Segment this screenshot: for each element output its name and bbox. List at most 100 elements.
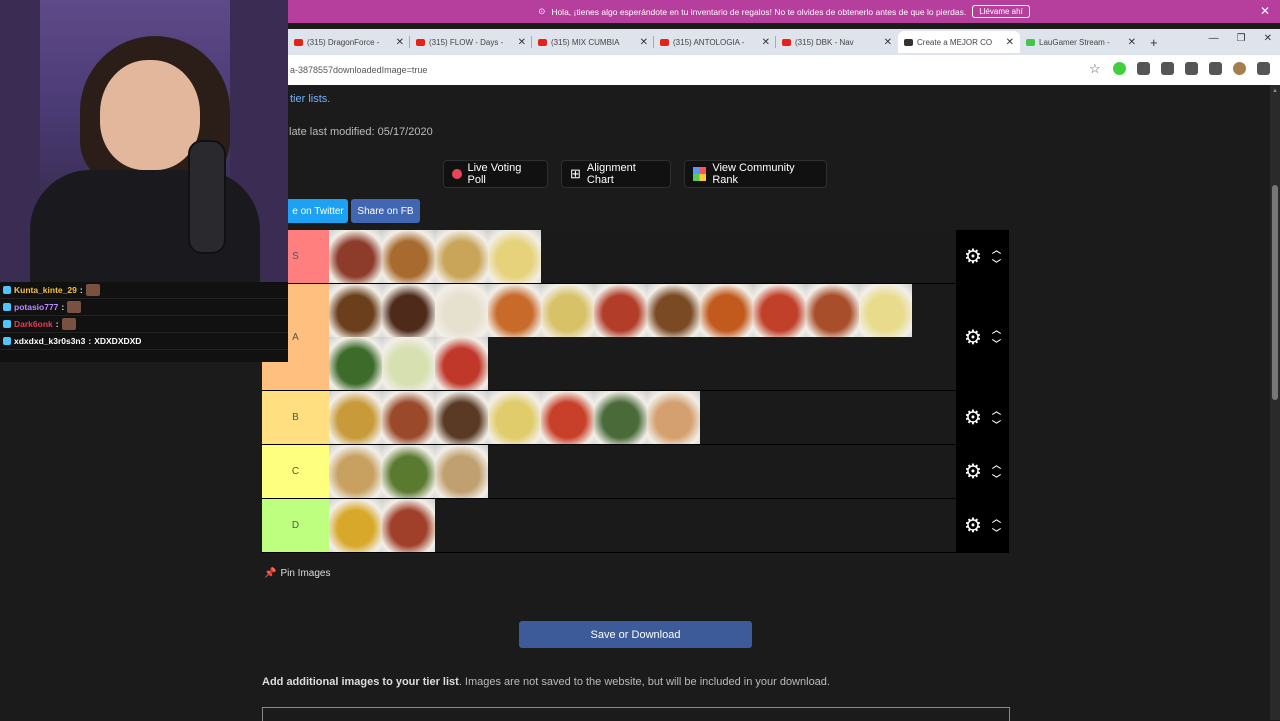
tier-settings-gear-icon[interactable]: ⚙ [964,405,982,430]
food-image[interactable] [382,230,435,283]
take-me-there-button[interactable]: Llévame ahí [972,5,1030,18]
food-image[interactable] [541,391,594,444]
food-image[interactable] [382,391,435,444]
food-image[interactable] [488,230,541,283]
browser-menu-icon[interactable] [1257,62,1270,75]
browser-tab[interactable]: (315) DBK - Nav ✕ [776,31,898,53]
scroll-up-icon[interactable]: ▲ [1272,88,1278,94]
tier-items [329,499,956,552]
food-image[interactable] [700,284,753,337]
browser-tab[interactable]: LauGamer Stream - ✕ [1020,31,1142,53]
scrollbar-thumb[interactable] [1272,185,1278,400]
maximize-icon[interactable]: ❐ [1237,33,1246,44]
food-image[interactable] [435,284,488,337]
pin-images-toggle[interactable]: 📌 Pin Images [264,568,330,579]
move-up-icon[interactable]: ︿ [992,460,1001,469]
url-input[interactable]: a-3878557downloadedImage=true [290,65,427,75]
browser-tab[interactable]: Create a MEJOR CO ✕ [898,31,1020,53]
tier-label[interactable]: D [262,499,329,552]
live-voting-poll-button[interactable]: Live Voting Poll [443,160,548,188]
food-image[interactable] [435,230,488,283]
window-close-icon[interactable]: ✕ [1264,33,1272,44]
tier-settings-gear-icon[interactable]: ⚙ [964,244,982,269]
move-down-icon[interactable]: ﹀ [992,340,1001,349]
chat-message: Dark6onk : [0,316,288,333]
food-image[interactable] [329,499,382,552]
tab-close-icon[interactable]: ✕ [640,37,648,48]
tier-lists-link[interactable]: tier lists. [290,93,330,105]
move-down-icon[interactable]: ﹀ [992,474,1001,483]
extension-dark-icon[interactable] [1137,62,1150,75]
food-image[interactable] [382,284,435,337]
food-image[interactable] [806,284,859,337]
tier-settings-gear-icon[interactable]: ⚙ [964,459,982,484]
food-image[interactable] [594,284,647,337]
tab-favicon-icon [782,38,791,46]
tab-favicon-icon [294,38,303,46]
browser-tab[interactable]: (315) DragonForce - ✕ [288,31,410,53]
food-image[interactable] [435,445,488,498]
move-up-icon[interactable]: ︿ [992,514,1001,523]
view-community-rank-button[interactable]: View Community Rank [684,160,827,188]
browser-tab[interactable]: (315) FLOW - Days - ✕ [410,31,532,53]
bookmark-star-icon[interactable]: ☆ [1089,62,1102,75]
chat-message: potasio777 : [0,299,288,316]
tab-favicon-icon [904,38,913,46]
profile-avatar[interactable] [1233,62,1246,75]
tab-close-icon[interactable]: ✕ [884,37,892,48]
tab-title: (315) MIX CUMBIA [551,37,620,47]
tier-label[interactable]: B [262,391,329,444]
move-up-icon[interactable]: ︿ [992,245,1001,254]
move-down-icon[interactable]: ﹀ [992,528,1001,537]
tab-title: (315) DragonForce - [307,37,380,47]
tab-title: LauGamer Stream - [1039,37,1110,47]
food-image[interactable] [541,284,594,337]
food-image[interactable] [382,499,435,552]
food-image[interactable] [488,391,541,444]
tier-settings-gear-icon[interactable]: ⚙ [964,513,982,538]
alignment-chart-button[interactable]: ⊞ Alignment Chart [561,160,671,188]
food-image[interactable] [382,337,435,390]
extension-square-icon[interactable] [1161,62,1174,75]
new-tab-button[interactable]: + [1150,35,1158,50]
tab-close-icon[interactable]: ✕ [1006,37,1014,48]
extension-green-icon[interactable] [1113,62,1126,75]
tab-close-icon[interactable]: ✕ [396,37,404,48]
page-scrollbar[interactable]: ▲ [1270,85,1280,720]
tab-close-icon[interactable]: ✕ [1128,37,1136,48]
food-image[interactable] [647,284,700,337]
food-image[interactable] [647,391,700,444]
chat-text: XDXDXDXD [94,336,142,346]
food-image[interactable] [488,284,541,337]
tier-label[interactable]: C [262,445,329,498]
move-up-icon[interactable]: ︿ [992,326,1001,335]
save-or-download-button[interactable]: Save or Download [519,621,752,648]
food-image[interactable] [753,284,806,337]
food-image[interactable] [859,284,912,337]
food-image[interactable] [435,337,488,390]
food-image[interactable] [329,337,382,390]
food-image[interactable] [382,445,435,498]
browser-tab[interactable]: (315) MIX CUMBIA ✕ [532,31,654,53]
notification-close-icon[interactable]: ✕ [1260,4,1270,18]
tab-close-icon[interactable]: ✕ [762,37,770,48]
tab-close-icon[interactable]: ✕ [518,37,526,48]
food-image[interactable] [435,391,488,444]
share-facebook-button[interactable]: Share on FB [351,199,420,223]
move-down-icon[interactable]: ﹀ [992,259,1001,268]
move-up-icon[interactable]: ︿ [992,406,1001,415]
move-down-icon[interactable]: ﹀ [992,420,1001,429]
pin-icon: 📌 [264,568,277,579]
extensions-puzzle-icon[interactable] [1185,62,1198,75]
food-image[interactable] [329,284,382,337]
tier-settings-gear-icon[interactable]: ⚙ [964,325,982,350]
food-image[interactable] [594,391,647,444]
media-controls-icon[interactable] [1209,62,1222,75]
minimize-icon[interactable]: — [1209,33,1219,44]
food-image[interactable] [329,445,382,498]
browser-tab[interactable]: (315) ANTOLOGIA - ✕ [654,31,776,53]
food-image[interactable] [329,230,382,283]
image-upload-dropzone[interactable] [262,707,1010,721]
food-image[interactable] [329,391,382,444]
share-twitter-button[interactable]: e on Twitter [288,199,348,223]
